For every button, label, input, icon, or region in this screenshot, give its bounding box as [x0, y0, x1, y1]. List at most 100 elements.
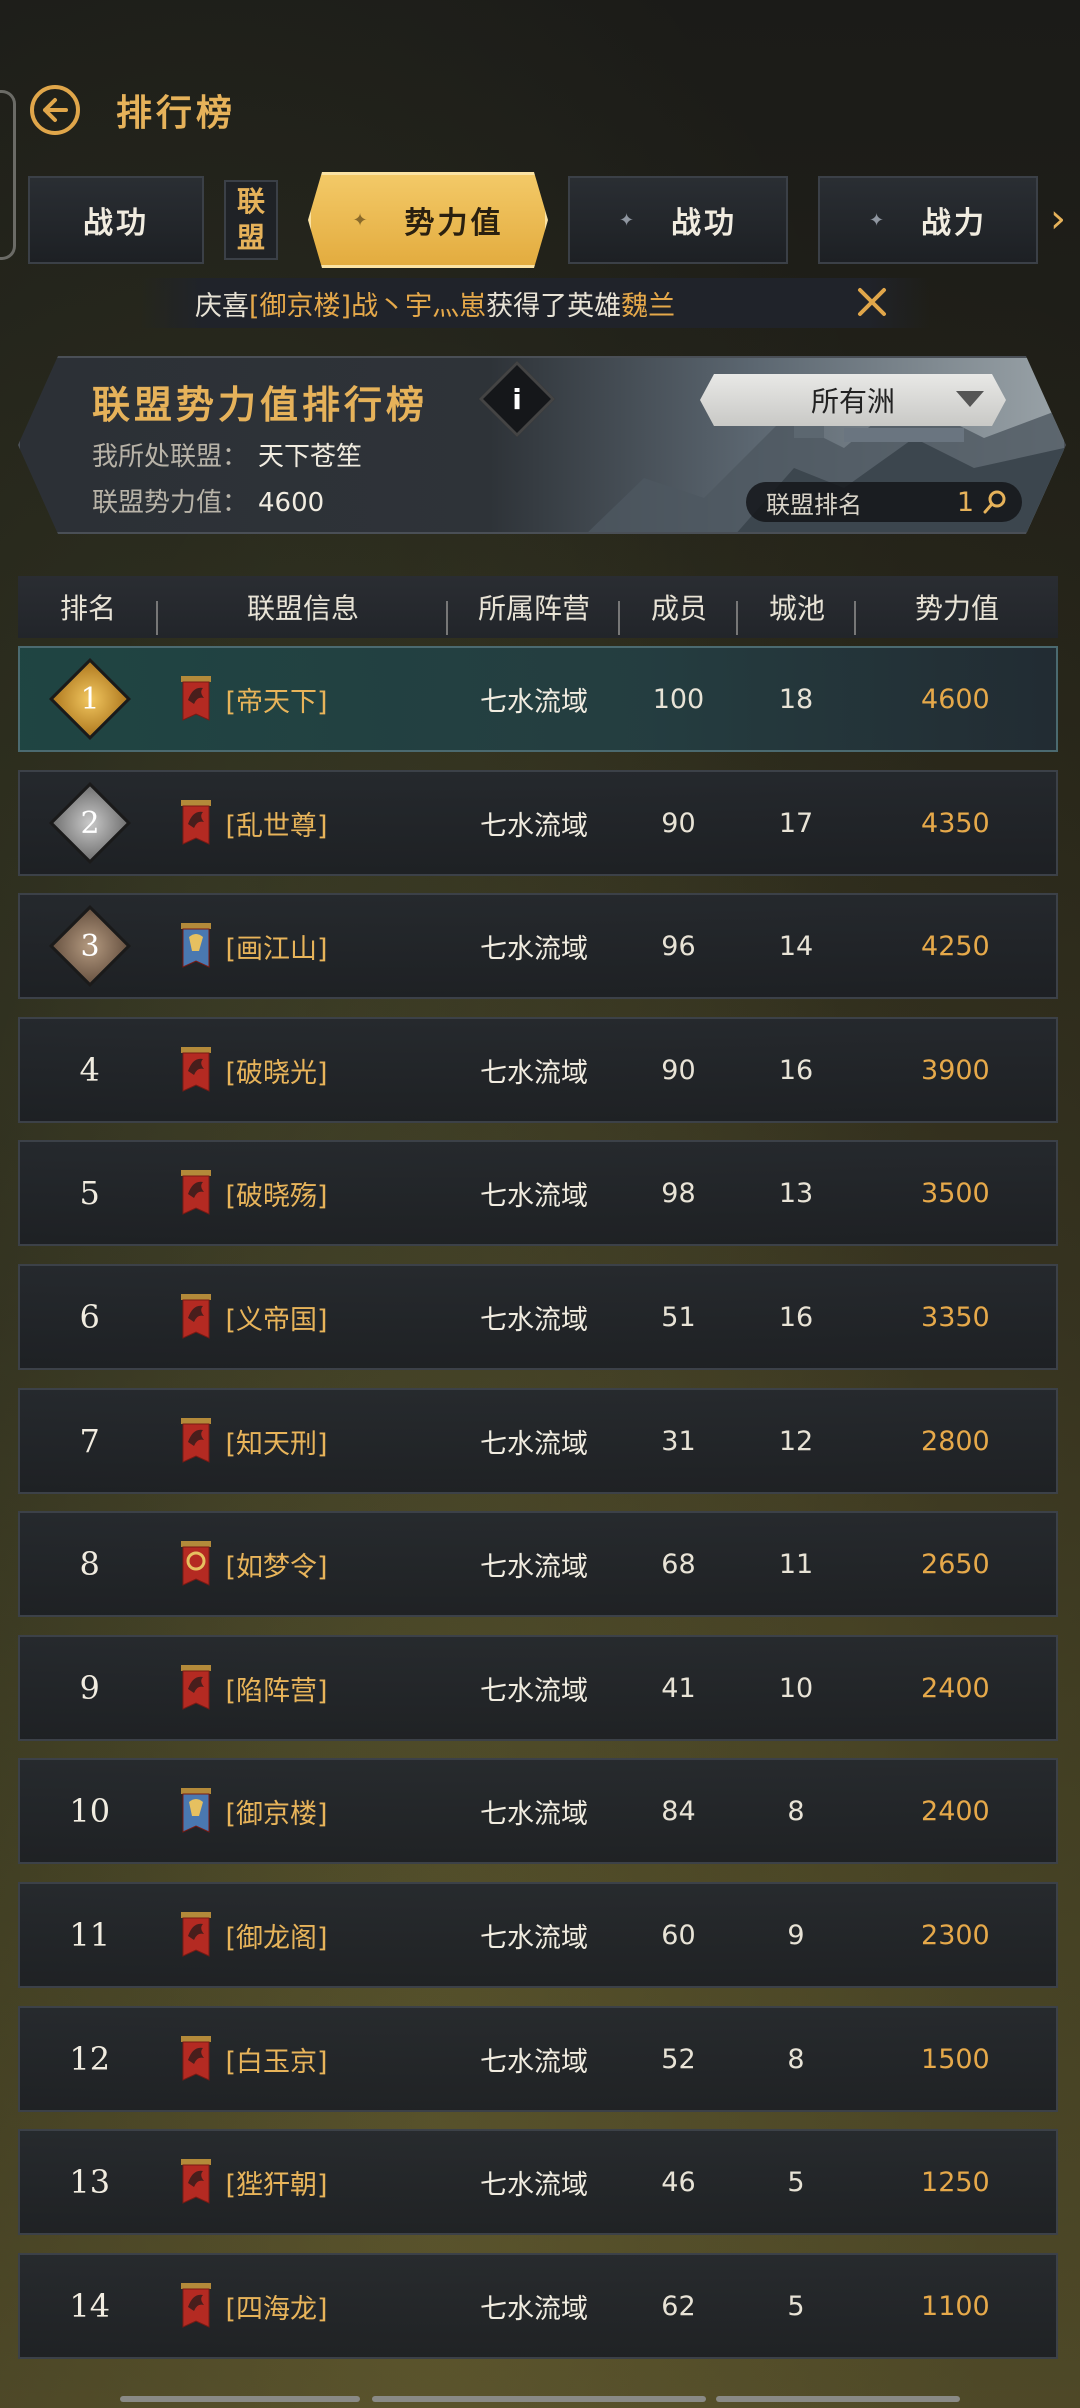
chevron-right-icon[interactable]: ›: [1050, 196, 1066, 242]
alliance-name[interactable]: [陷阵营]: [225, 1669, 327, 1708]
column-header-cities: 城池: [738, 587, 856, 635]
members-cell: 100: [652, 683, 705, 715]
info-button[interactable]: i: [479, 361, 555, 437]
alliance-name[interactable]: [御京楼]: [225, 1792, 327, 1831]
members-cell: 98: [661, 1177, 696, 1209]
alliance-cell: [知天刑]: [159, 1416, 448, 1466]
tab-merit-2[interactable]: ✦ 战功: [568, 176, 788, 264]
alliance-name[interactable]: [四海龙]: [225, 2287, 327, 2326]
region-dropdown-value: 所有洲: [810, 385, 895, 418]
alliance-cell: [御龙阁]: [159, 1910, 448, 1960]
alliance-cell: [陷阵营]: [159, 1663, 448, 1713]
members-cell: 96: [661, 930, 696, 962]
alliance-name[interactable]: [如梦令]: [225, 1545, 327, 1584]
side-drawer-handle[interactable]: [0, 90, 16, 260]
power-cell: 4350: [921, 807, 990, 839]
announce-alliance: [御京楼]: [249, 290, 352, 322]
rank-medal-icon: 3: [48, 904, 131, 988]
power-cell: 3350: [921, 1301, 990, 1333]
alliance-name[interactable]: [破晓光]: [225, 1051, 327, 1090]
alliance-flag-icon: [179, 2034, 213, 2084]
search-icon: [982, 489, 1008, 515]
table-row[interactable]: 6 [义帝国] 七水流域 51 16 3350: [18, 1264, 1058, 1370]
scroll-indicator: [120, 2396, 360, 2402]
camp-cell: 七水流域: [480, 1428, 589, 1460]
table-row[interactable]: 13 [狴犴朝] 七水流域 46 5 1250: [18, 2129, 1058, 2235]
close-icon[interactable]: [854, 284, 890, 320]
rank-number: 8: [79, 1545, 100, 1583]
members-cell: 51: [661, 1301, 696, 1333]
alliance-name[interactable]: [破晓殇]: [225, 1174, 327, 1213]
cities-cell: 8: [787, 1795, 805, 1827]
table-row[interactable]: 14 [四海龙] 七水流域 62 5 1100: [18, 2253, 1058, 2359]
alliance-name[interactable]: [乱世尊]: [225, 804, 327, 843]
cities-cell: 17: [778, 807, 814, 839]
alliance-name[interactable]: [御龙阁]: [225, 1916, 327, 1955]
camp-cell: 七水流域: [480, 686, 589, 718]
table-row[interactable]: 2 [乱世尊] 七水流域 90 17 4350: [18, 770, 1058, 876]
rank-number: 11: [69, 1916, 111, 1954]
members-cell: 31: [661, 1425, 696, 1457]
power-cell: 4600: [921, 683, 990, 715]
cities-cell: 5: [787, 2166, 805, 2198]
tab-merit[interactable]: 战功: [28, 176, 204, 264]
my-alliance-line: 我所处联盟： 天下苍笙: [92, 436, 362, 473]
cities-cell: 10: [778, 1672, 814, 1704]
table-row[interactable]: 11 [御龙阁] 七水流域 60 9 2300: [18, 1882, 1058, 1988]
power-cell: 2400: [921, 1795, 990, 1827]
alliance-name[interactable]: [画江山]: [225, 927, 327, 966]
table-row[interactable]: 10 [御京楼] 七水流域 84 8 2400: [18, 1758, 1058, 1864]
table-row[interactable]: 9 [陷阵营] 七水流域 41 10 2400: [18, 1635, 1058, 1741]
cities-cell: 16: [778, 1054, 814, 1086]
column-header-power: 势力值: [914, 592, 999, 625]
page-title: 排行榜: [116, 93, 237, 134]
alliance-name[interactable]: [狴犴朝]: [225, 2163, 327, 2202]
alliance-cell: [破晓殇]: [159, 1168, 448, 1218]
table-row[interactable]: 8 [如梦令] 七水流域 68 11 2650: [18, 1511, 1058, 1617]
region-dropdown[interactable]: 所有洲: [700, 374, 1006, 426]
table-row[interactable]: 4 [破晓光] 七水流域 90 16 3900: [18, 1017, 1058, 1123]
table-row[interactable]: 3 [画江山] 七水流域 96 14 4250: [18, 893, 1058, 999]
alliance-name[interactable]: [知天刑]: [225, 1422, 327, 1461]
rank-number: 14: [69, 2287, 111, 2325]
alliance-name[interactable]: [义帝国]: [225, 1298, 327, 1337]
tab-power-value[interactable]: ✦ 势力值: [308, 172, 548, 268]
tab-label: 战功: [671, 206, 738, 241]
alliance-name[interactable]: [帝天下]: [225, 680, 327, 719]
alliance-cell: [乱世尊]: [159, 798, 448, 848]
rank-cell: 11: [20, 1916, 159, 1954]
rank-cell: 9: [20, 1669, 159, 1707]
alliance-cell: [如梦令]: [159, 1539, 448, 1589]
camp-cell: 七水流域: [480, 1922, 589, 1954]
cities-cell: 8: [787, 2043, 805, 2075]
cities-cell: 14: [778, 930, 814, 962]
alliance-cell: [破晓光]: [159, 1045, 448, 1095]
rank-cell: 5: [20, 1174, 159, 1212]
rank-cell: 6: [20, 1298, 159, 1336]
members-cell: 90: [661, 807, 696, 839]
diamond-dots-icon: ✦: [868, 209, 888, 231]
table-row[interactable]: 7 [知天刑] 七水流域 31 12 2800: [18, 1388, 1058, 1494]
alliance-flag-icon: [179, 2281, 213, 2331]
tab-combat-power[interactable]: ✦ 战力: [818, 176, 1038, 264]
scroll-indicator: [716, 2396, 960, 2402]
my-alliance-label: 我所处联盟：: [92, 442, 249, 472]
alliance-flag-icon: [179, 798, 213, 848]
alliance-name[interactable]: [白玉京]: [225, 2040, 327, 2079]
members-cell: 46: [661, 2166, 696, 2198]
table-row[interactable]: 1 [帝天下] 七水流域 100 18 4600: [18, 646, 1058, 752]
back-button[interactable]: [30, 85, 80, 135]
rank-cell: 8: [20, 1545, 159, 1583]
camp-cell: 七水流域: [480, 1675, 589, 1707]
alliance-rank-pill[interactable]: 联盟排名 1: [746, 482, 1022, 522]
members-cell: 41: [661, 1672, 696, 1704]
table-row[interactable]: 5 [破晓殇] 七水流域 98 13 3500: [18, 1140, 1058, 1246]
power-cell: 3500: [921, 1177, 990, 1209]
leaderboard-banner: 联盟势力值排行榜 i 我所处联盟： 天下苍笙 联盟势力值： 4600 所有洲 联盟排…: [18, 356, 1066, 534]
table-row[interactable]: 12 [白玉京] 七水流域 52 8 1500: [18, 2006, 1058, 2112]
alliance-rank-label: 联盟排名: [766, 490, 862, 519]
diamond-dots-icon: ✦: [618, 209, 638, 231]
tab-group-alliance: 联 盟: [224, 180, 278, 260]
alliance-rank-value: 1: [956, 486, 974, 518]
info-icon: i: [512, 382, 522, 416]
